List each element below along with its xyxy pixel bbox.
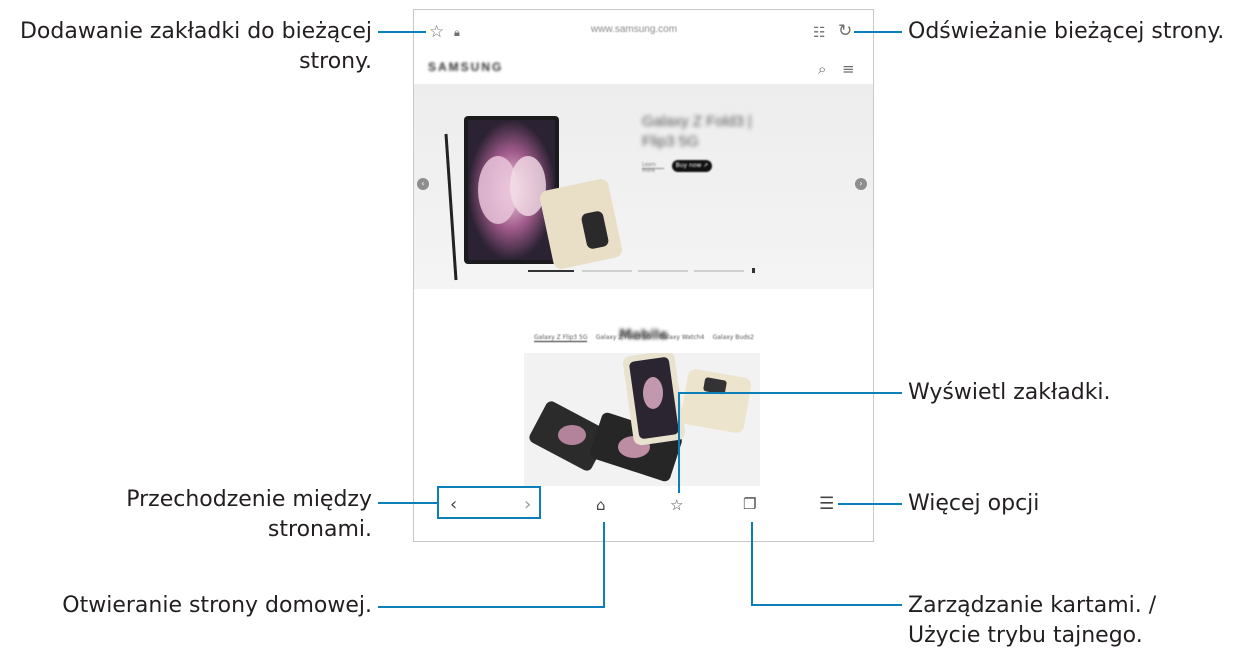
subtab-fold3[interactable]: Galaxy Z Fold3 5G xyxy=(596,334,651,342)
lock-icon: 🔒︎ xyxy=(454,26,460,39)
callout-bookmark-add: Dodawanie zakładki do bieżącej strony. xyxy=(0,17,372,77)
callout-navigate: Przechodzenie między stronami. xyxy=(0,485,372,545)
callout-tabs: Zarządzanie kartami. / Użycie trybu tajn… xyxy=(908,591,1244,651)
browser-window: ☆ 🔒︎ www.samsung.com ☷ ↻ SAMSUNG ⌕ ≡ Gal… xyxy=(413,9,874,542)
callout-refresh: Odświeżanie bieżącej strony. xyxy=(908,19,1225,44)
callout-more-options: Więcej opcji xyxy=(908,491,1040,516)
nav-bracket-top xyxy=(437,486,541,488)
search-icon[interactable]: ⌕ xyxy=(818,61,826,77)
carousel-progress-1[interactable] xyxy=(528,270,574,272)
reader-mode-icon[interactable]: ☷ xyxy=(813,25,826,41)
subtab-buds2[interactable]: Galaxy Buds2 xyxy=(713,334,754,342)
leader-home-v xyxy=(603,522,605,608)
callout-bookmark-add-line2: strony. xyxy=(299,49,372,74)
menu-icon[interactable]: ≡ xyxy=(842,61,855,77)
subtab-flip3[interactable]: Galaxy Z Flip3 5G xyxy=(534,334,588,342)
site-logo[interactable]: SAMSUNG xyxy=(428,60,503,74)
carousel-pause[interactable] xyxy=(752,268,755,273)
callout-home: Otwieranie strony domowej. xyxy=(62,593,372,618)
carousel-progress-3[interactable] xyxy=(638,270,688,272)
callout-view-bookmarks: Wyświetl zakładki. xyxy=(908,380,1111,405)
carousel-progress-4[interactable] xyxy=(694,270,744,272)
callout-navigate-line2: stronami. xyxy=(267,517,372,542)
leader-tabs-v xyxy=(751,522,753,606)
bottom-toolbar: ‹ › ⌂ ☆ ❐ ☰ xyxy=(414,486,873,529)
mobile-subtabs: Galaxy Z Flip3 5G Galaxy Z Fold3 5G Gala… xyxy=(534,334,754,342)
leader-view-bookmarks-v xyxy=(678,392,680,493)
leader-home-h xyxy=(378,606,605,608)
flip-phones-image xyxy=(524,353,760,493)
home-icon[interactable]: ⌂ xyxy=(596,496,606,514)
callout-navigate-line1: Przechodzenie między xyxy=(126,487,372,512)
hero-title: Galaxy Z Fold3 | Flip3 5G xyxy=(642,113,752,150)
forward-icon[interactable]: › xyxy=(524,494,531,515)
url-field[interactable]: www.samsung.com xyxy=(544,24,724,35)
nav-bracket-right xyxy=(539,486,541,519)
callout-tabs-line2: Użycie trybu tajnego. xyxy=(908,623,1143,648)
leader-refresh xyxy=(854,31,902,33)
subtab-watch4[interactable]: Galaxy Watch4 xyxy=(659,334,704,342)
refresh-icon[interactable]: ↻ xyxy=(838,23,852,40)
back-icon[interactable]: ‹ xyxy=(450,494,457,515)
carousel-prev-icon[interactable]: ‹ xyxy=(417,178,429,190)
fold-phone-image xyxy=(444,116,623,281)
hero-banner[interactable]: Galaxy Z Fold3 | Flip3 5G Learn more Buy… xyxy=(414,84,873,289)
star-icon[interactable]: ☆ xyxy=(429,24,444,41)
more-options-icon[interactable]: ☰ xyxy=(819,494,834,514)
nav-bracket-left xyxy=(437,486,439,519)
leader-navigate-h xyxy=(378,502,438,504)
leader-more-options xyxy=(838,503,902,505)
nav-bracket-bottom xyxy=(437,517,541,519)
address-bar: ☆ 🔒︎ www.samsung.com ☷ ↻ xyxy=(414,10,873,54)
leader-view-bookmarks-h xyxy=(678,392,902,394)
tabs-icon[interactable]: ❐ xyxy=(743,495,756,513)
buy-now-button[interactable]: Buy now ↗ xyxy=(672,160,712,172)
leader-bookmark-add xyxy=(378,31,426,33)
callout-tabs-line1: Zarządzanie kartami. / xyxy=(908,593,1157,618)
carousel-next-icon[interactable]: › xyxy=(855,178,867,190)
learn-more-link[interactable]: Learn more xyxy=(642,162,664,174)
site-header: SAMSUNG ⌕ ≡ xyxy=(414,54,873,84)
bookmarks-icon[interactable]: ☆ xyxy=(670,496,683,514)
leader-tabs-h xyxy=(751,604,902,606)
callout-bookmark-add-line1: Dodawanie zakładki do bieżącej xyxy=(19,19,372,44)
carousel-progress-2[interactable] xyxy=(582,270,632,272)
